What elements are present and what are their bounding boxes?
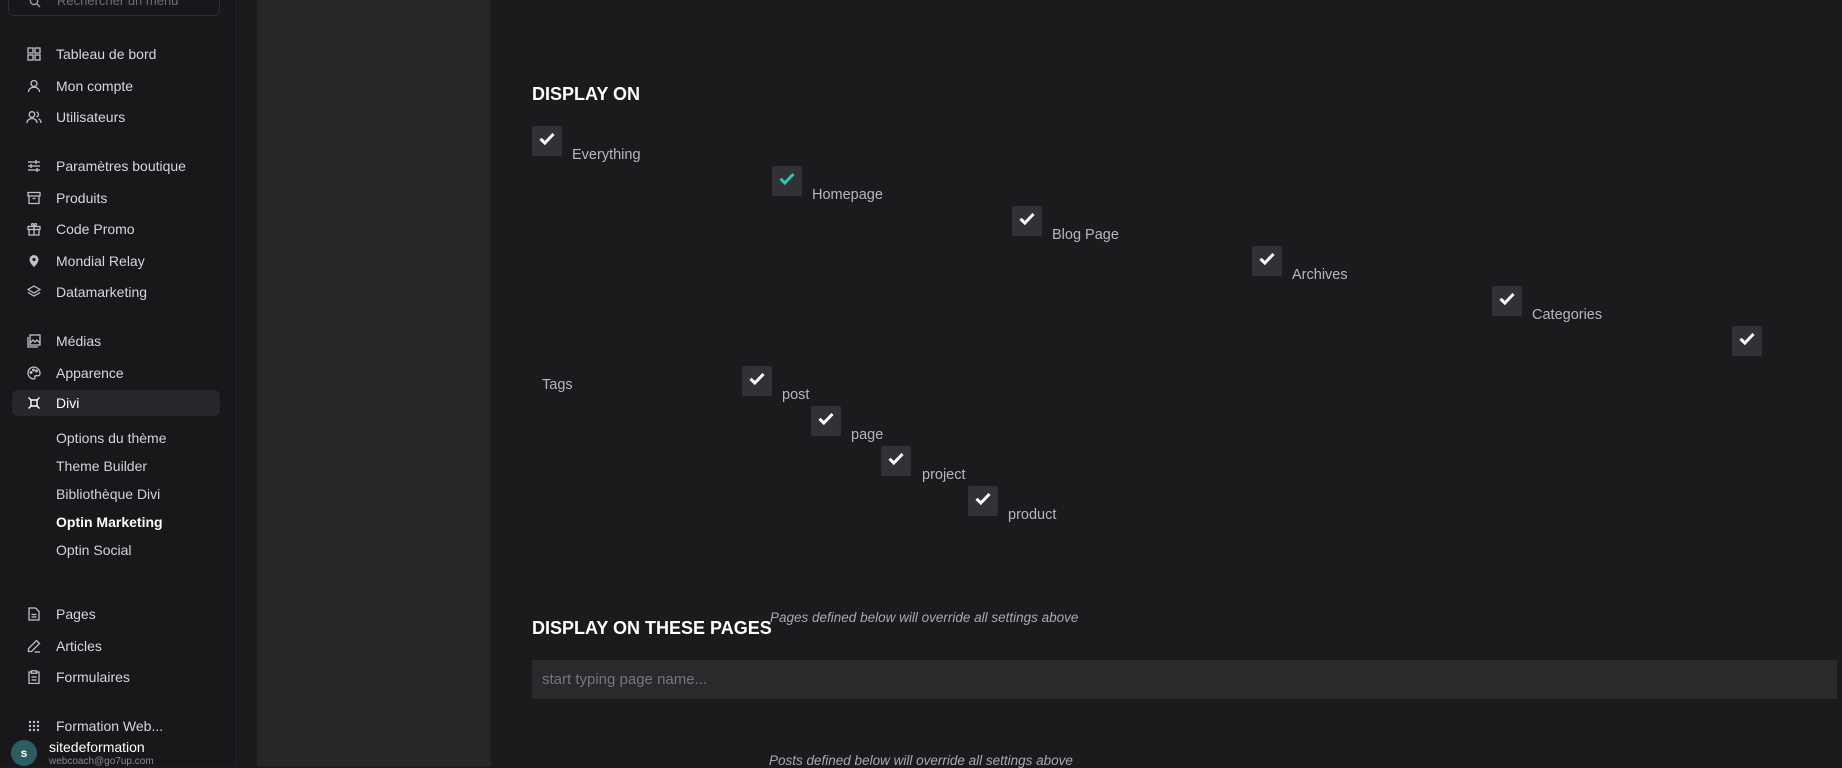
checkbox-homepage[interactable] <box>772 166 802 196</box>
option-label-archives: Archives <box>1292 267 1348 283</box>
layers-icon <box>26 284 42 300</box>
user-name: sitedeformation <box>49 739 145 755</box>
checkmark-icon <box>1259 252 1275 270</box>
sidebar-item-label: Mondial Relay <box>56 253 145 269</box>
checkbox-tags[interactable] <box>1732 326 1762 356</box>
sidebar-item-label: Paramètres boutique <box>56 158 186 174</box>
checkmark-icon <box>1019 212 1035 230</box>
sidebar-item-utilisateurs[interactable]: Utilisateurs <box>12 104 220 130</box>
divi-icon <box>26 395 42 411</box>
sidebar-item-divi[interactable]: Divi <box>12 390 220 416</box>
menu-search-placeholder: Rechercher un menu <box>57 0 179 8</box>
dashboard-grid-icon <box>26 46 42 62</box>
map-pin-icon <box>26 253 42 269</box>
sidebar-item-datamarketing[interactable]: Datamarketing <box>12 279 220 305</box>
submenu-theme-builder[interactable]: Theme Builder <box>56 458 147 474</box>
option-label-page: page <box>851 427 884 443</box>
sliders-icon <box>26 158 42 174</box>
submenu-bibliotheque-divi[interactable]: Bibliothèque Divi <box>56 486 160 502</box>
display-on-title: DISPLAY ON <box>532 84 641 104</box>
option-label-project: project <box>922 467 966 483</box>
sidebar-item-label: Apparence <box>56 365 124 381</box>
sidebar-item-label: Formation Web... <box>56 718 164 734</box>
sidebar-item-label: Pages <box>56 606 96 622</box>
users-icon <box>26 109 42 125</box>
search-icon <box>29 0 41 13</box>
option-label-categories: Categories <box>1532 307 1603 323</box>
sidebar-item-label: Utilisateurs <box>56 109 126 125</box>
pen-icon <box>26 638 42 654</box>
sidebar-item-label: Tableau de bord <box>56 46 157 62</box>
main-content: DISPLAY ON Everything Homepage Blog Page… <box>491 0 1842 768</box>
file-text-icon <box>26 606 42 622</box>
sidebar-item-label: Produits <box>56 190 108 206</box>
sidebar-item-mon-compte[interactable]: Mon compte <box>12 73 220 99</box>
option-label-everything: Everything <box>572 147 641 163</box>
sidebar-item-label: Médias <box>56 333 102 349</box>
option-label-product: product <box>1008 507 1057 523</box>
palette-icon <box>26 365 42 381</box>
pages-override-note: Pages defined below will override all se… <box>770 610 1079 625</box>
avatar[interactable]: s <box>11 740 37 766</box>
archive-box-icon <box>26 190 42 206</box>
user-email: webcoach@go7up.com <box>49 756 154 767</box>
checkmark-icon <box>975 492 991 510</box>
option-label-post: post <box>782 387 810 403</box>
checkmark-icon <box>779 172 795 190</box>
option-label-homepage: Homepage <box>812 187 883 203</box>
sidebar-item-produits[interactable]: Produits <box>12 185 220 211</box>
sidebar-item-mondial-relay[interactable]: Mondial Relay <box>12 248 220 274</box>
sidebar-item-label: Formulaires <box>56 669 130 685</box>
sidebar-item-label: Datamarketing <box>56 284 148 300</box>
checkbox-archives[interactable] <box>1252 246 1282 276</box>
checkbox-categories[interactable] <box>1492 286 1522 316</box>
sidebar-item-medias[interactable]: Médias <box>12 328 220 354</box>
submenu-optin-social[interactable]: Optin Social <box>56 542 131 558</box>
checkmark-icon <box>818 412 834 430</box>
checkbox-page[interactable] <box>811 406 841 436</box>
display-on-pages-title: DISPLAY ON THESE PAGES <box>532 618 772 638</box>
checkmark-icon <box>749 372 765 390</box>
sidebar-item-label: Mon compte <box>56 78 134 94</box>
user-icon <box>26 78 42 94</box>
submenu-options-du-theme[interactable]: Options du thème <box>56 430 167 446</box>
sidebar-item-apparence[interactable]: Apparence <box>12 360 220 386</box>
checkbox-project[interactable] <box>881 446 911 476</box>
menu-search-box[interactable]: Rechercher un menu <box>8 0 220 16</box>
sidebar-item-label: Code Promo <box>56 221 135 237</box>
checkbox-blog-page[interactable] <box>1012 206 1042 236</box>
gift-icon <box>26 221 42 237</box>
checkmark-icon <box>1739 332 1755 350</box>
clipboard-icon <box>26 669 42 685</box>
checkbox-post[interactable] <box>742 366 772 396</box>
checkmark-icon <box>539 132 555 150</box>
checkmark-icon <box>888 452 904 470</box>
option-label-blog-page: Blog Page <box>1052 227 1119 243</box>
sidebar-item-formulaires[interactable]: Formulaires <box>12 664 220 690</box>
sidebar-item-articles[interactable]: Articles <box>12 633 220 659</box>
sidebar: Rechercher un menu Tableau de bord Mon c… <box>0 0 236 767</box>
sidebar-item-formation-web[interactable]: Formation Web... <box>12 713 220 739</box>
sidebar-item-label: Divi <box>56 395 80 411</box>
sidebar-item-code-promo[interactable]: Code Promo <box>12 216 220 242</box>
images-icon <box>26 333 42 349</box>
sidebar-item-parametres-boutique[interactable]: Paramètres boutique <box>12 153 220 179</box>
sidebar-item-label: Articles <box>56 638 102 654</box>
checkbox-product[interactable] <box>968 486 998 516</box>
apps-grid-icon <box>26 718 42 734</box>
sidebar-item-pages[interactable]: Pages <box>12 601 220 627</box>
option-label-tags: Tags <box>542 377 573 393</box>
sidebar-item-tableau-de-bord[interactable]: Tableau de bord <box>12 41 220 67</box>
page-name-search-input[interactable] <box>532 660 1837 699</box>
checkbox-everything[interactable] <box>532 126 562 156</box>
theme-options-panel <box>257 0 491 766</box>
checkmark-icon <box>1499 292 1515 310</box>
submenu-optin-marketing[interactable]: Optin Marketing <box>56 514 163 530</box>
